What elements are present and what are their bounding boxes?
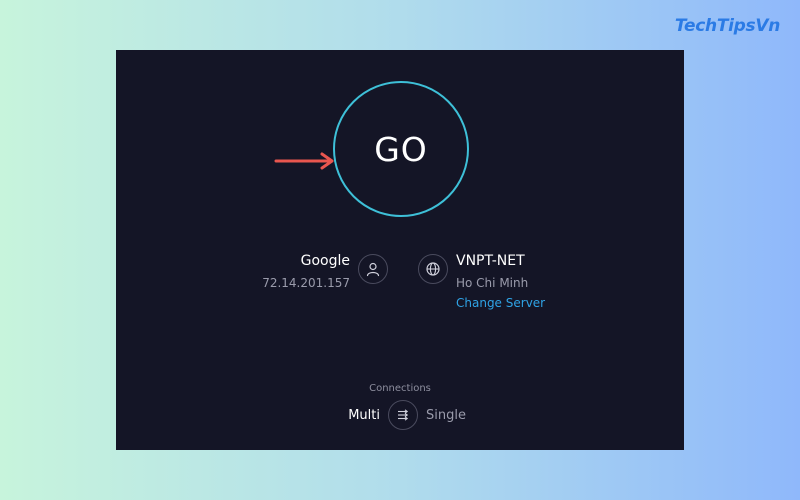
single-connection-option[interactable]: Single	[426, 408, 466, 423]
server-name: VNPT-NET	[456, 253, 525, 269]
user-icon	[358, 254, 388, 284]
go-label: GO	[374, 129, 428, 169]
change-server-link[interactable]: Change Server	[456, 296, 545, 310]
connections-toggle-icon[interactable]	[388, 400, 418, 430]
speedtest-panel: GO Google 72.14.201.157 VNPT-NET Ho Chi …	[116, 50, 684, 450]
provider-ip: 72.14.201.157	[262, 276, 350, 290]
server-location: Ho Chi Minh	[456, 276, 529, 290]
brand-logo: TechTipsVn	[674, 16, 780, 36]
page: TechTipsVn GO Google 72.14.201.157 VNPT-…	[0, 0, 800, 500]
go-button[interactable]: GO	[333, 81, 469, 217]
provider-name: Google	[300, 253, 350, 269]
multi-connection-option[interactable]: Multi	[348, 408, 380, 423]
arrow-icon	[274, 152, 334, 170]
connections-label: Connections	[369, 383, 431, 394]
globe-icon	[418, 254, 448, 284]
